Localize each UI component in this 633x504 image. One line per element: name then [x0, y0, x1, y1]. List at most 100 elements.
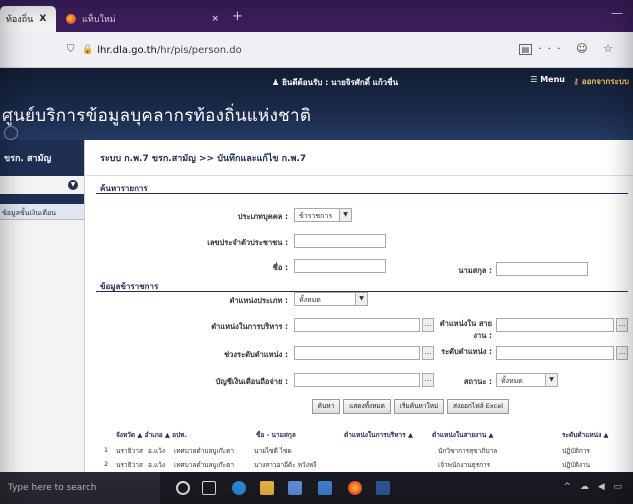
breadcrumb: ระบบ ก.พ.7 ขรก.สามัญ >> บันทึกและแก้ไข ก…: [86, 140, 633, 176]
line-position-label: ตำแหน่งใน สายงาน :: [439, 319, 492, 340]
url-bar[interactable]: 🔒 lhr.dla.go.th /hr/pis/person.do: [82, 39, 542, 61]
main-content: ระบบ ก.พ.7 ขรก.สามัญ >> บันทึกและแก้ไข ก…: [86, 140, 633, 472]
surname-input[interactable]: [496, 262, 588, 276]
col-header-name[interactable]: ชื่อ - นามสกุล: [256, 430, 296, 440]
salary-account-label: บัญชีเงินเดือนถือจ่าย :: [215, 377, 288, 386]
export-excel-button[interactable]: ส่งออกไฟล์ Excel: [447, 399, 509, 414]
table-row[interactable]: 1 นราธิวาส อ.แว้ง เทศบาลตำบลบูเก๊ะตา นาย…: [86, 446, 633, 458]
overflow-bookmark-icons[interactable]: ··· ☺ ☆: [538, 42, 619, 55]
firefox-taskbar-icon[interactable]: [348, 481, 362, 495]
word-icon[interactable]: [376, 481, 390, 495]
row-fullname[interactable]: นายไซดี ไซด: [254, 446, 292, 456]
chevron-down-icon[interactable]: ▼: [339, 209, 351, 221]
logout-button[interactable]: ⚷ ออกจากระบบ: [573, 75, 629, 88]
taskbar-search-input[interactable]: Type here to search: [0, 472, 160, 504]
welcome-user-text: ยินดีต้อนรับ : นายจิรศักดิ์ แก้วชื่น: [282, 78, 399, 87]
mail-icon[interactable]: [318, 481, 332, 495]
surname-label: นามสกุล :: [458, 266, 492, 275]
col-header-line-position[interactable]: ตำแหน่งในสายงาน ▲: [432, 430, 494, 440]
admin-position-lookup-button[interactable]: ...: [422, 318, 434, 332]
new-tab-button[interactable]: +: [232, 9, 243, 24]
section-divider: [96, 193, 628, 194]
line-position-input[interactable]: [496, 318, 614, 332]
row-number: 2: [104, 460, 109, 468]
sidebar-title: ขรก. สามัญ: [0, 140, 84, 176]
line-position-lookup-button[interactable]: ...: [616, 318, 628, 332]
task-view-icon[interactable]: [202, 481, 216, 495]
lock-icon[interactable]: 🔒: [82, 45, 93, 55]
row-level: ปฏิบัติงาน: [562, 461, 591, 469]
reader-view-icon[interactable]: ▤: [518, 44, 533, 55]
welcome-user: ♟ ยินดีต้อนรับ : นายจิรศักดิ์ แก้วชื่น: [272, 76, 398, 89]
url-host: lhr.dla.go.th: [97, 44, 157, 56]
person-type-label: ประเภทบุคคล :: [237, 212, 288, 221]
name-input[interactable]: [294, 259, 386, 273]
edge-icon[interactable]: [232, 481, 246, 495]
site-title: ศูนย์บริการข้อมูลบุคลากรท้องถิ่นแห่งชาติ: [2, 106, 312, 126]
table-row[interactable]: 2 นราธิวาส อ.แว้ง เทศบาลตำบลบูเก๊ะตา นาง…: [86, 460, 633, 472]
status-value: ทั้งหมด: [501, 377, 523, 385]
level-input[interactable]: [496, 346, 614, 360]
level-range-input[interactable]: [294, 346, 420, 360]
person-type-value: ข้าราชการ: [299, 212, 333, 220]
status-select[interactable]: ทั้งหมด ▼: [496, 373, 558, 387]
salary-account-input[interactable]: [294, 373, 420, 387]
toolbar-icons[interactable]: ▤ ··· ☺ ☆: [518, 42, 619, 55]
status-label: สถานะ :: [463, 377, 492, 386]
row-fullname[interactable]: นางสาวอาอีด้ะ หวังหงี: [254, 460, 316, 470]
person-icon: ♟: [272, 78, 280, 87]
table-header: จังหวัด ▲ อำเภอ ▲ อปท. ชื่อ - นามสกุล ตำ…: [86, 430, 633, 442]
store-icon[interactable]: [288, 481, 302, 495]
window-controls[interactable]: —: [611, 6, 623, 20]
firefox-icon: [66, 14, 76, 24]
id-label: เลขประจำตัวประชาชน :: [207, 238, 288, 247]
col-header-location[interactable]: จังหวัด ▲ อำเภอ ▲ อปท.: [116, 430, 187, 440]
row-organization: เทศบาลตำบลบูเก๊ะตา: [174, 447, 235, 455]
tab-label: แท็บใหม่: [82, 15, 116, 25]
cortana-icon[interactable]: [176, 481, 190, 495]
search-button[interactable]: ค้นหา: [312, 399, 340, 414]
sidebar-item-salary[interactable]: ข้อมูลขั้นเงินเดือน: [0, 204, 84, 220]
shield-icon[interactable]: ⛉: [67, 44, 75, 55]
row-organization: เทศบาลตำบลบูเก๊ะตา: [174, 461, 235, 469]
tab-close-icon[interactable]: X: [39, 14, 46, 24]
hamburger-icon: ☰: [530, 75, 541, 84]
level-label: ระดับตำแหน่ง :: [441, 347, 492, 356]
menu-label: Menu: [540, 75, 565, 84]
position-type-value: ทั้งหมด: [299, 296, 321, 304]
chevron-down-icon[interactable]: ▼: [545, 374, 557, 386]
col-header-level[interactable]: ระดับตำแหน่ง ▲: [562, 430, 609, 440]
position-type-select[interactable]: ทั้งหมด ▼: [294, 292, 368, 306]
col-header-admin-position[interactable]: ตำแหน่งในการบริหาร ▲: [344, 430, 413, 440]
system-tray[interactable]: ^ ☁ ◀ ▭: [563, 482, 625, 492]
row-line-position: เจ้าพนักงานธุรการ: [438, 461, 491, 469]
name-label: ชื่อ :: [272, 263, 288, 272]
tab-label: ท้องถิ่น: [6, 15, 34, 25]
menu-button[interactable]: ☰ Menu: [530, 75, 565, 84]
file-explorer-icon[interactable]: [260, 481, 274, 495]
person-type-select[interactable]: ข้าราชการ ▼: [294, 208, 352, 222]
level-range-lookup-button[interactable]: ...: [422, 346, 434, 360]
url-path: /hr/pis/person.do: [156, 44, 242, 56]
id-input[interactable]: [294, 234, 386, 248]
row-district: อ.แว้ง: [148, 447, 165, 455]
screen: ท้องถิ่น X แท็บใหม่ × + — ⛉ 🔒 lhr.dla.go…: [0, 0, 633, 504]
taskbar: Type here to search ^ ☁ ◀ ▭: [0, 472, 633, 504]
tab-active[interactable]: ท้องถิ่น X: [0, 6, 56, 32]
show-all-button[interactable]: แสดงทั้งหมด: [343, 399, 391, 414]
sidebar-divider: [0, 194, 84, 204]
key-icon: ⚷: [573, 77, 582, 86]
tab-close-icon[interactable]: ×: [211, 14, 219, 24]
page-body: ขรก. สามัญ ▼ ข้อมูลขั้นเงินเดือน ระบบ ก.…: [0, 140, 633, 472]
logout-label: ออกจากระบบ: [581, 77, 629, 86]
level-lookup-button[interactable]: ...: [616, 346, 628, 360]
row-province: นราธิวาส: [116, 447, 143, 455]
reset-search-button[interactable]: เริ่มค้นหาใหม่: [394, 399, 444, 414]
admin-position-input[interactable]: [294, 318, 420, 332]
chevron-down-icon[interactable]: ▼: [355, 293, 367, 305]
chevron-down-icon[interactable]: ▼: [68, 180, 78, 190]
row-level: ปฏิบัติการ: [562, 447, 590, 455]
tab-new[interactable]: แท็บใหม่ ×: [60, 6, 225, 32]
sidebar-toggle[interactable]: ▼: [0, 176, 84, 194]
row-district: อ.แว้ง: [148, 461, 165, 469]
